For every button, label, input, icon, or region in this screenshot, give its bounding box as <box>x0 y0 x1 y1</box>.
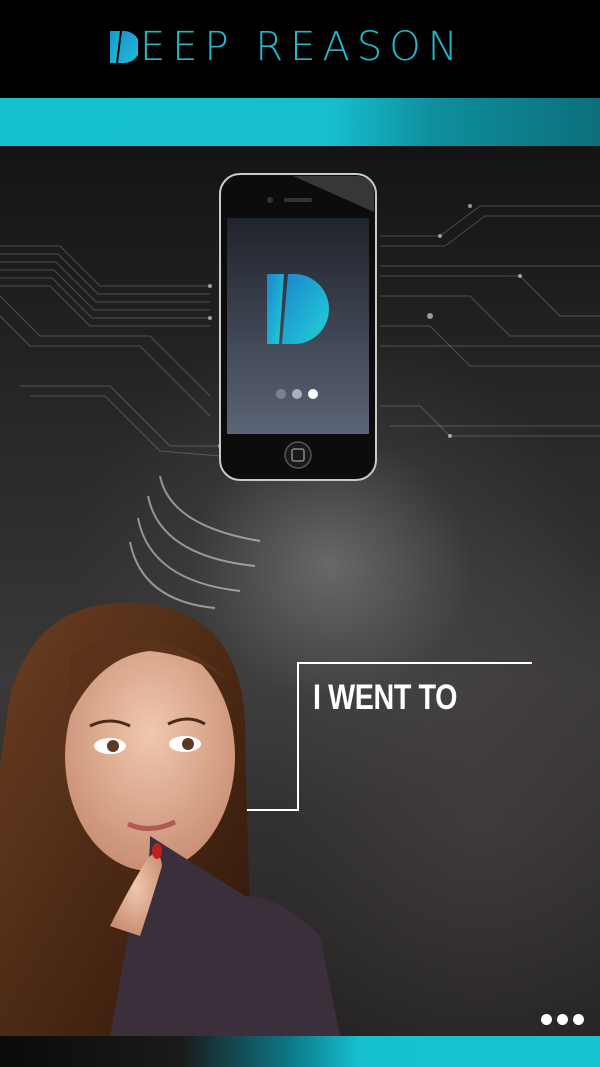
menu-dot <box>573 1013 584 1025</box>
bottom-accent-bar <box>0 1036 600 1067</box>
app-header: EEP REASON <box>0 0 600 98</box>
brand-logo: EEP REASON <box>108 24 465 70</box>
menu-dot <box>541 1013 552 1025</box>
more-dots-icon[interactable] <box>541 1012 589 1026</box>
hero-scene: I WENT TO <box>0 146 600 1036</box>
brand-wordmark: EEP REASON <box>140 24 465 70</box>
woman-photo <box>0 602 340 1036</box>
menu-dot <box>557 1013 568 1025</box>
d-logo-icon <box>110 31 138 63</box>
top-accent-bar <box>0 98 600 146</box>
